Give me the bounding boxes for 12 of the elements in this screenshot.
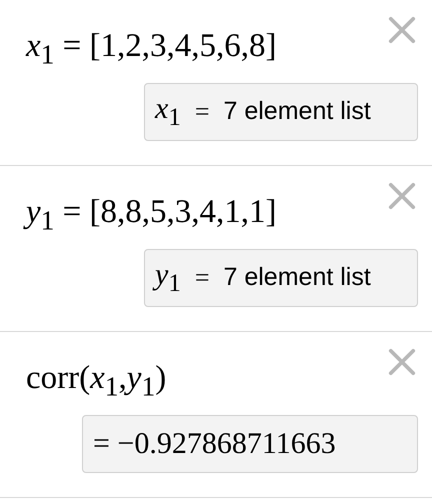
- close-icon[interactable]: [388, 16, 416, 44]
- math-expression[interactable]: x$_{1}$ = [1,2,3,4,5,6,8]: [26, 28, 276, 71]
- close-icon[interactable]: [388, 182, 416, 210]
- equals-sign: =: [194, 262, 210, 293]
- variable-name: x$_{1}$: [155, 92, 181, 132]
- variable-name: y$_{1}$: [155, 258, 181, 298]
- close-icon[interactable]: [388, 348, 416, 376]
- equals-sign: =: [194, 96, 210, 127]
- evaluation-result: = −0.927868711663: [82, 414, 418, 473]
- list-size-label: 7 element list: [224, 263, 371, 292]
- list-size-label: 7 element list: [224, 97, 371, 126]
- math-expression[interactable]: corr(x$_{1}$,y$_{1}$): [26, 360, 166, 403]
